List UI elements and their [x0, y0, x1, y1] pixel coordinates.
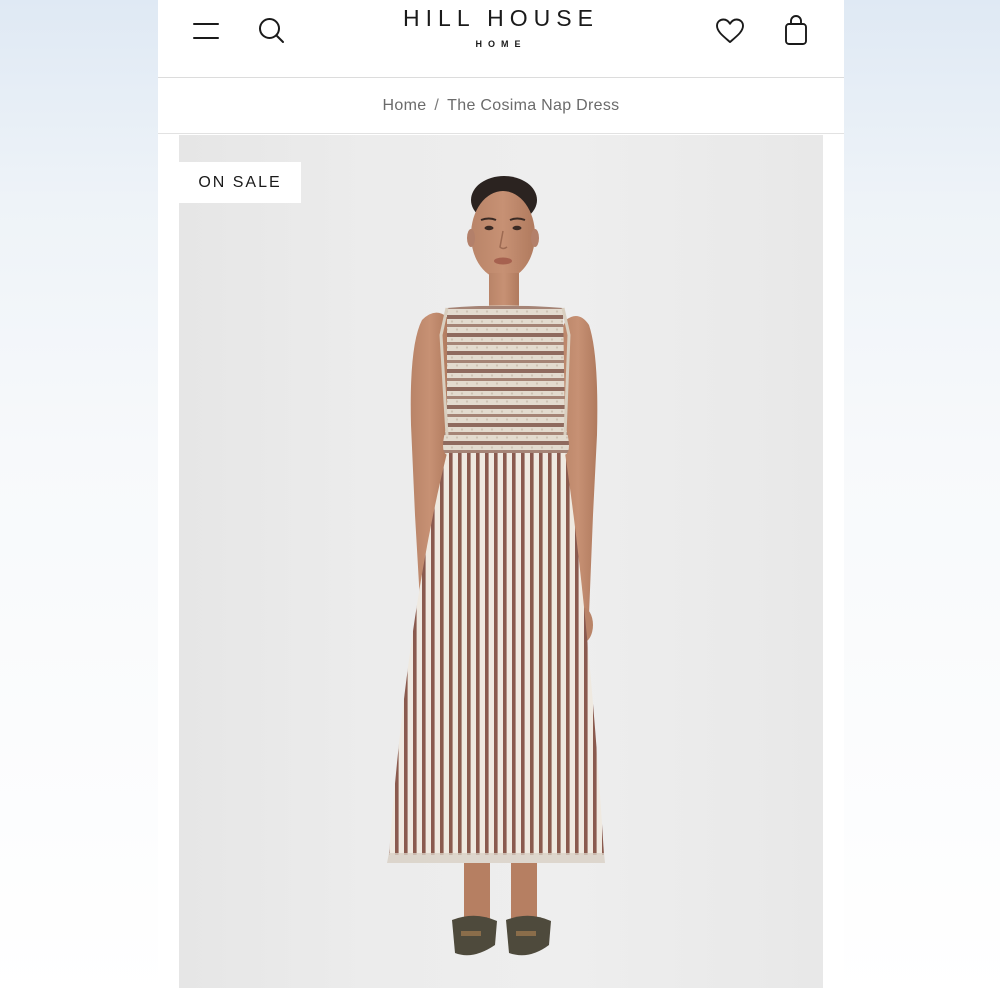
breadcrumb: Home / The Cosima Nap Dress: [158, 78, 844, 134]
search-icon: [259, 18, 284, 43]
breadcrumb-separator: /: [434, 96, 440, 114]
model-figure: [387, 176, 605, 956]
hamburger-menu-icon: [193, 23, 219, 25]
menu-button[interactable]: [191, 18, 221, 44]
site-header: HILL HOUSE HOME: [158, 0, 844, 78]
brand-subname: HOME: [475, 39, 527, 49]
breadcrumb-home-link[interactable]: Home: [383, 97, 427, 115]
search-button[interactable]: [256, 15, 288, 47]
heart-icon: [716, 18, 744, 43]
breadcrumb-current: The Cosima Nap Dress: [447, 96, 620, 114]
brand-name: HILL HOUSE: [403, 5, 599, 31]
shopping-bag-button[interactable]: [780, 13, 812, 47]
shopping-bag-icon: [785, 15, 807, 45]
brand-logo[interactable]: HILL HOUSE HOME: [351, 5, 651, 49]
sale-badge: ON SALE: [179, 162, 301, 203]
app-page: HILL HOUSE HOME Home / The Cosima Nap Dr…: [158, 0, 844, 1000]
product-image[interactable]: ON SALE: [179, 135, 823, 988]
hamburger-menu-icon-line: [193, 37, 219, 39]
wishlist-button[interactable]: [714, 15, 746, 47]
